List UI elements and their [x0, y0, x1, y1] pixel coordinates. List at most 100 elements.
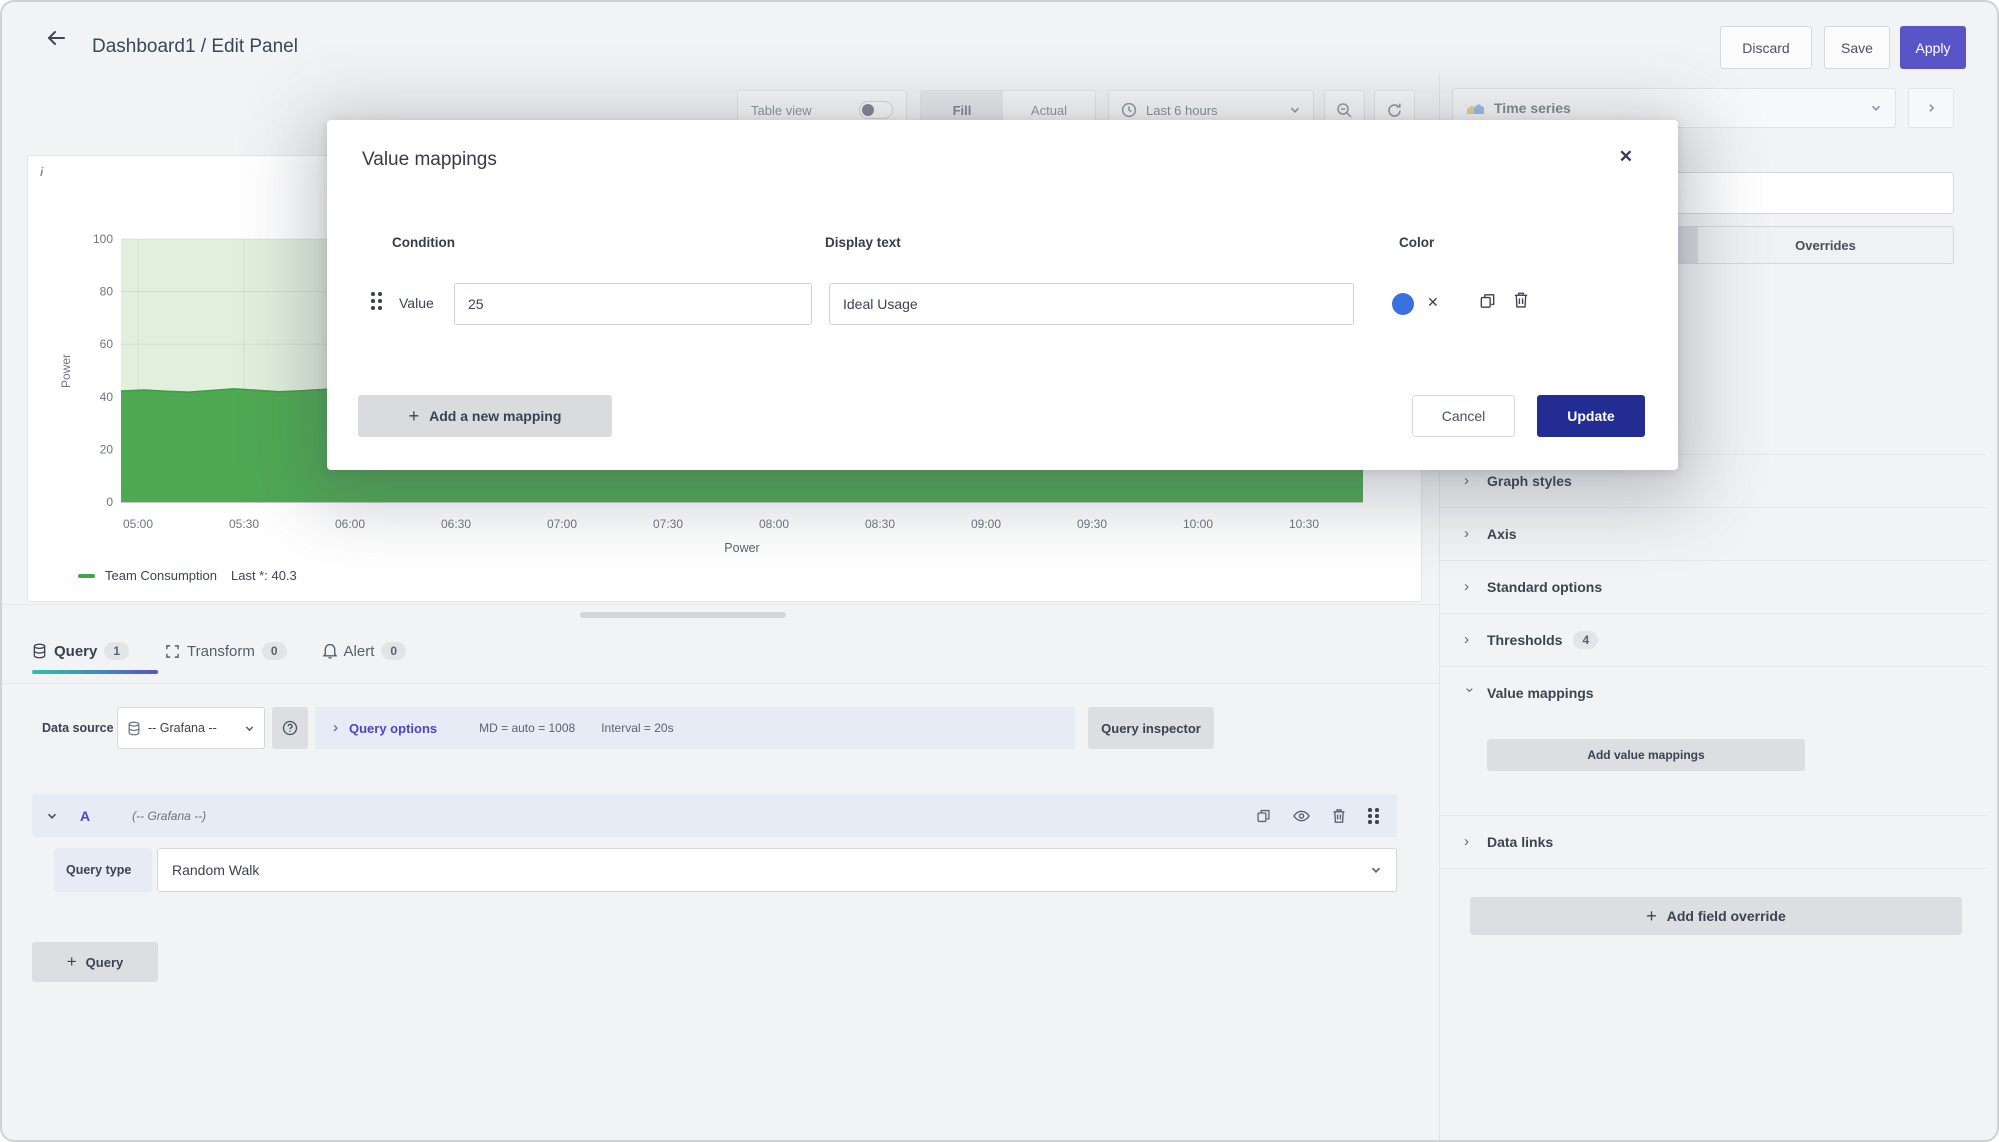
overrides-tab[interactable]: Overrides — [1698, 227, 1953, 263]
datasource-value: -- Grafana -- — [148, 721, 217, 735]
add-query-button[interactable]: + Query — [32, 942, 158, 982]
legend-last-value: Last *: 40.3 — [231, 568, 297, 583]
chevron-right-icon — [1926, 102, 1937, 114]
duplicate-query-icon[interactable] — [1256, 808, 1271, 824]
section-axis[interactable]: › Axis — [1439, 507, 1987, 560]
section-count-badge: 4 — [1573, 631, 1598, 649]
svg-text:07:00: 07:00 — [547, 517, 577, 531]
section-data-links[interactable]: › Data links — [1439, 815, 1987, 868]
chevron-right-icon: › — [1464, 472, 1476, 489]
zoom-out-icon — [1336, 102, 1353, 119]
svg-text:05:30: 05:30 — [229, 517, 259, 531]
breadcrumb: Dashboard1 / Edit Panel — [92, 36, 298, 58]
time-series-viz-icon — [1466, 101, 1485, 115]
drag-mapping-handle[interactable] — [371, 292, 382, 310]
delete-mapping-trash-icon[interactable] — [1513, 291, 1529, 309]
resize-drag-handle[interactable] — [580, 612, 786, 618]
interval: Interval = 20s — [601, 721, 673, 735]
editor-tabs: Query 1 Transform 0 Alert 0 — [32, 642, 406, 674]
drag-query-handle[interactable] — [1368, 808, 1379, 823]
section-body-value-mappings: Add value mappings — [1439, 719, 1987, 815]
discard-button[interactable]: Discard — [1720, 26, 1812, 69]
chevron-down-icon — [1289, 104, 1301, 116]
chevron-down-icon — [1370, 864, 1382, 876]
query-inspector-button[interactable]: Query inspector — [1088, 707, 1214, 749]
delete-query-trash-icon[interactable] — [1332, 808, 1346, 824]
svg-text:10:30: 10:30 — [1289, 517, 1319, 531]
section-label: Graph styles — [1487, 473, 1572, 489]
datasource-label: Data source — [42, 707, 114, 749]
cancel-button[interactable]: Cancel — [1412, 395, 1515, 437]
mapping-value-input[interactable] — [454, 283, 812, 325]
plus-icon: + — [409, 406, 420, 427]
active-tab-underline — [32, 670, 158, 674]
svg-text:100: 100 — [93, 232, 113, 246]
svg-text:06:00: 06:00 — [335, 517, 365, 531]
svg-text:0: 0 — [106, 495, 113, 509]
add-new-mapping-button[interactable]: + Add a new mapping — [358, 395, 612, 437]
close-modal-icon[interactable]: ✕ — [1619, 147, 1633, 167]
condition-column-header: Condition — [392, 235, 455, 250]
legend-series-name[interactable]: Team Consumption — [105, 568, 217, 583]
svg-text:09:00: 09:00 — [971, 517, 1001, 531]
apply-button[interactable]: Apply — [1900, 26, 1966, 69]
section-value-mappings[interactable]: › Value mappings — [1439, 666, 1987, 719]
update-button[interactable]: Update — [1537, 395, 1645, 437]
chevron-right-icon: › — [1464, 833, 1476, 850]
chevron-right-icon: › — [1464, 525, 1476, 542]
split-divider — [2, 604, 1439, 605]
datasource-select[interactable]: -- Grafana -- — [117, 707, 265, 749]
section-label: Data links — [1487, 834, 1553, 850]
transform-icon — [165, 644, 180, 659]
mapping-display-text-input[interactable] — [829, 283, 1354, 325]
query-type-label: Query type — [54, 848, 152, 892]
svg-text:20: 20 — [100, 442, 114, 456]
tab-transform[interactable]: Transform 0 — [165, 642, 286, 674]
mapping-color-swatch[interactable] — [1392, 293, 1414, 315]
tab-query[interactable]: Query 1 — [32, 642, 129, 674]
svg-text:Power: Power — [724, 541, 759, 555]
datasource-help-button[interactable] — [272, 707, 308, 749]
display-text-column-header: Display text — [825, 235, 901, 250]
svg-text:40: 40 — [100, 390, 114, 404]
add-field-override-button[interactable]: + Add field override — [1470, 897, 1962, 935]
max-data-points: MD = auto = 1008 — [479, 721, 575, 735]
back-arrow-icon[interactable] — [44, 26, 68, 50]
help-icon — [282, 720, 298, 736]
section-label: Standard options — [1487, 579, 1602, 595]
section-thresholds[interactable]: ›Thresholds4 — [1439, 613, 1987, 666]
query-type-select[interactable]: Random Walk — [157, 848, 1397, 892]
database-icon — [127, 721, 141, 736]
svg-text:08:30: 08:30 — [865, 517, 895, 531]
section-standard-options[interactable]: › Standard options — [1439, 560, 1987, 613]
options-sections: › Graph styles › Axis › Standard options ›Thre… — [1439, 454, 1987, 869]
tabs-divider — [2, 683, 1439, 684]
query-row-header[interactable]: A (-- Grafana --) — [32, 794, 1397, 837]
hide-query-eye-icon[interactable] — [1293, 810, 1310, 822]
legend-swatch — [78, 574, 95, 578]
refresh-icon — [1386, 102, 1403, 119]
grafana-edit-panel-window: Dashboard1 / Edit Panel Discard Save App… — [0, 0, 1999, 1142]
section-label: Value mappings — [1487, 685, 1594, 701]
transform-count-badge: 0 — [262, 642, 287, 660]
svg-text:07:30: 07:30 — [653, 517, 683, 531]
chevron-down-icon: › — [1462, 687, 1479, 699]
query-options-link[interactable]: Query options — [349, 721, 437, 736]
modal-title: Value mappings — [362, 149, 497, 171]
query-type-value: Random Walk — [172, 862, 259, 878]
collapse-options-pane-button[interactable] — [1908, 88, 1954, 128]
svg-text:06:30: 06:30 — [441, 517, 471, 531]
collapse-chevron-icon[interactable] — [46, 810, 58, 822]
remove-color-icon[interactable]: ✕ — [1427, 294, 1439, 311]
duplicate-mapping-icon[interactable] — [1479, 292, 1496, 310]
chevron-right-icon: › — [333, 719, 345, 736]
query-count-badge: 1 — [104, 642, 129, 660]
add-value-mappings-button[interactable]: Add value mappings — [1487, 739, 1805, 771]
chevron-right-icon: › — [1464, 578, 1476, 595]
svg-text:80: 80 — [100, 285, 114, 299]
table-view-toggle[interactable] — [859, 101, 893, 119]
tab-alert[interactable]: Alert 0 — [323, 642, 407, 674]
query-options-bar: › Query options MD = auto = 1008 Interva… — [315, 707, 1075, 749]
save-button[interactable]: Save — [1824, 26, 1890, 69]
section-label: Axis — [1487, 526, 1517, 542]
